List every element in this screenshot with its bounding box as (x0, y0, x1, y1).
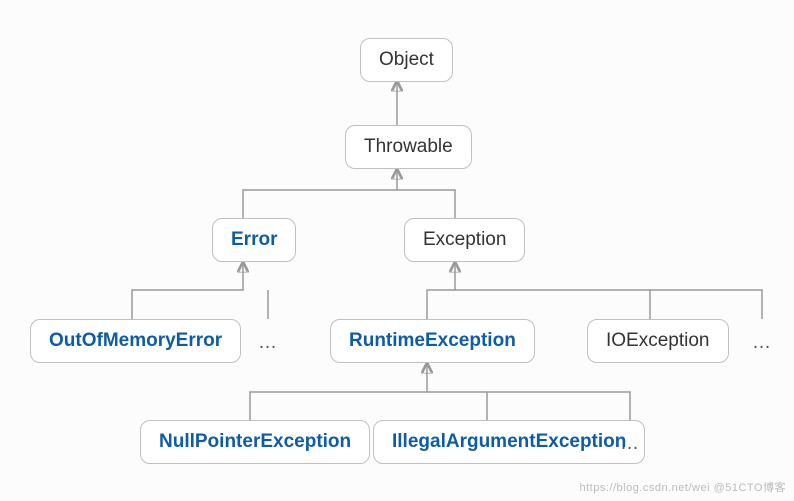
node-nullpointerexception: NullPointerException (140, 420, 370, 464)
node-error: Error (212, 218, 296, 262)
node-throwable: Throwable (345, 125, 472, 169)
node-exception: Exception (404, 218, 525, 262)
node-object: Object (360, 38, 453, 82)
node-ioexception: IOException (587, 319, 729, 363)
ellipsis-error-children: … (258, 332, 279, 354)
node-illegalargumentexception: IllegalArgumentException (373, 420, 645, 464)
node-outofmemoryerror: OutOfMemoryError (30, 319, 241, 363)
ellipsis-runtime-children: … (620, 433, 641, 455)
ellipsis-exception-children: … (752, 332, 773, 354)
watermark: https://blog.csdn.net/wei @51CTO博客 (580, 479, 787, 495)
node-runtimeexception: RuntimeException (330, 319, 535, 363)
